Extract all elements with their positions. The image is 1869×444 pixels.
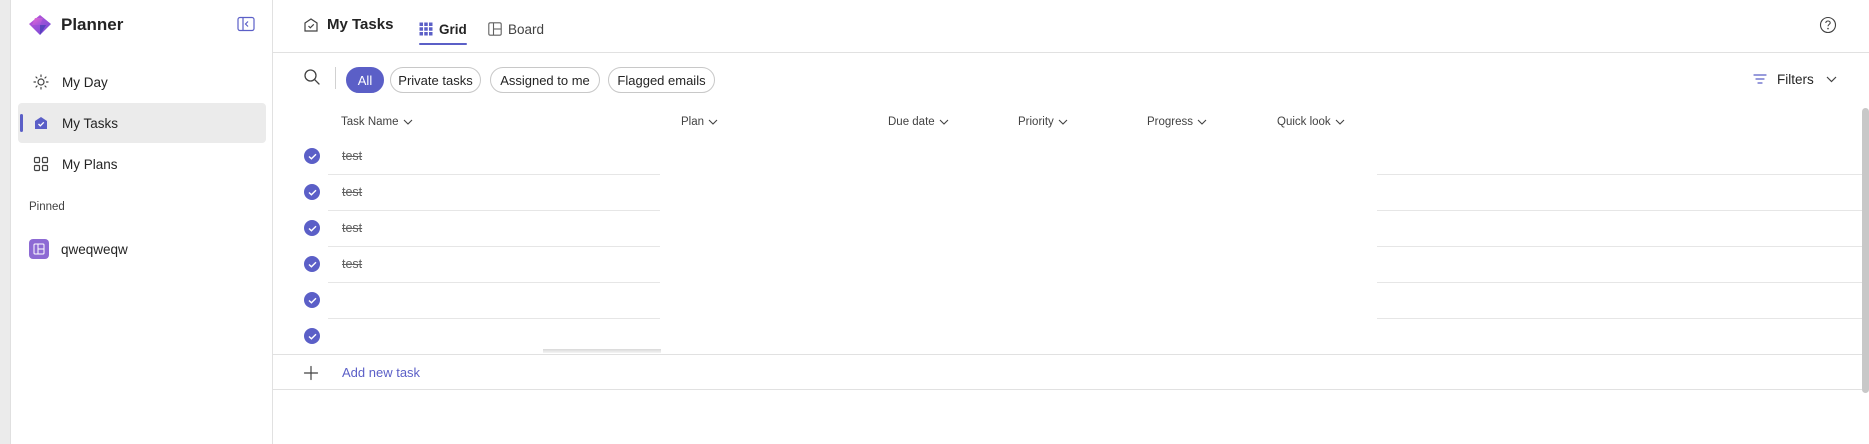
- sun-icon: [32, 73, 50, 91]
- sidebar-item-label: My Plans: [62, 156, 118, 172]
- brand: Planner: [27, 12, 123, 38]
- column-header-task-name[interactable]: Task Name: [341, 116, 413, 128]
- sidebar-item-label: My Day: [62, 74, 108, 90]
- board-view-icon: [488, 22, 502, 36]
- column-header-progress[interactable]: Progress: [1147, 116, 1207, 128]
- filter-chip-all[interactable]: All: [346, 67, 384, 93]
- tab-board[interactable]: Board: [488, 14, 544, 44]
- vertical-scrollbar[interactable]: [1862, 108, 1869, 393]
- column-header-label: Task Name: [341, 116, 399, 128]
- page-title: My Tasks: [327, 16, 394, 33]
- sidebar-item-label: My Tasks: [62, 115, 119, 131]
- filter-chip-flagged-emails[interactable]: Flagged emails: [608, 67, 715, 93]
- pinned-header: Pinned: [29, 201, 65, 213]
- plan-icon: [29, 239, 49, 259]
- filter-chip-assigned-to-me[interactable]: Assigned to me: [490, 67, 600, 93]
- completed-check-icon[interactable]: [304, 148, 320, 164]
- completed-check-icon[interactable]: [304, 292, 320, 308]
- task-name: test: [342, 185, 363, 199]
- completed-check-icon[interactable]: [304, 220, 320, 236]
- task-name: test: [342, 221, 363, 235]
- app-name: Planner: [61, 15, 124, 34]
- column-header-label: Progress: [1147, 116, 1194, 128]
- chevron-down-icon: [1826, 76, 1837, 83]
- column-header-label: Priority: [1018, 116, 1054, 128]
- column-header-due-date[interactable]: Due date: [888, 116, 949, 128]
- column-header-label: Quick look: [1277, 116, 1331, 128]
- planner-app: Planner My Day My Tasks My Plans Pinned …: [0, 0, 1869, 444]
- task-name: test: [342, 257, 363, 271]
- search-icon[interactable]: [303, 68, 321, 86]
- sidebar: Planner My Day My Tasks My Plans Pinned …: [11, 0, 273, 444]
- chevron-down-icon: [708, 119, 718, 125]
- task-row[interactable]: [273, 319, 1863, 355]
- sidebar-item-my-plans[interactable]: My Plans: [18, 144, 266, 184]
- collapse-sidebar-icon[interactable]: [237, 16, 255, 32]
- page-title-group: My Tasks: [303, 16, 393, 33]
- toolbar-divider: [335, 67, 336, 89]
- help-icon[interactable]: [1819, 16, 1837, 34]
- tab-grid-label: Grid: [439, 21, 467, 37]
- completed-check-icon[interactable]: [304, 184, 320, 200]
- chevron-down-icon: [939, 119, 949, 125]
- filter-chip-private-tasks[interactable]: Private tasks: [390, 67, 481, 93]
- filter-icon: [1753, 73, 1767, 85]
- chevron-down-icon: [1335, 119, 1345, 125]
- planner-logo-icon: [29, 15, 51, 35]
- tasks-icon: [32, 114, 50, 132]
- main-content: My Tasks Grid Board All Private tasks As…: [273, 0, 1869, 444]
- column-header-priority[interactable]: Priority: [1018, 116, 1068, 128]
- completed-check-icon[interactable]: [304, 256, 320, 272]
- sidebar-item-my-tasks[interactable]: My Tasks: [18, 103, 266, 143]
- column-header-label: Due date: [888, 116, 935, 128]
- tab-board-label: Board: [508, 21, 545, 37]
- loading-overlay: [660, 138, 1377, 320]
- add-new-task-row[interactable]: Add new task: [273, 354, 1863, 390]
- pinned-plan-item[interactable]: qweqweqw: [29, 238, 128, 260]
- column-header-plan[interactable]: Plan: [681, 116, 718, 128]
- chevron-down-icon: [403, 119, 413, 125]
- task-name: test: [342, 149, 363, 163]
- sidebar-item-my-day[interactable]: My Day: [18, 62, 266, 102]
- my-tasks-icon: [304, 17, 318, 32]
- overlay-shadow: [543, 349, 661, 353]
- filters-button[interactable]: Filters: [1753, 69, 1837, 89]
- sidebar-nav: My Day My Tasks My Plans: [18, 62, 266, 185]
- chevron-down-icon: [1197, 119, 1207, 125]
- filters-label: Filters: [1777, 71, 1814, 87]
- add-new-task-label: Add new task: [342, 365, 421, 380]
- completed-check-icon[interactable]: [304, 328, 320, 344]
- tab-grid[interactable]: Grid: [419, 14, 467, 45]
- pinned-plan-label: qweqweqw: [61, 241, 128, 257]
- add-icon: [303, 365, 319, 381]
- column-header-quick-look[interactable]: Quick look: [1277, 116, 1345, 128]
- chevron-down-icon: [1058, 119, 1068, 125]
- app-rail: [0, 0, 11, 444]
- page-header: My Tasks Grid Board: [273, 0, 1869, 53]
- column-header-label: Plan: [681, 116, 705, 128]
- grid-view-icon: [419, 22, 433, 36]
- grid-icon: [32, 155, 50, 173]
